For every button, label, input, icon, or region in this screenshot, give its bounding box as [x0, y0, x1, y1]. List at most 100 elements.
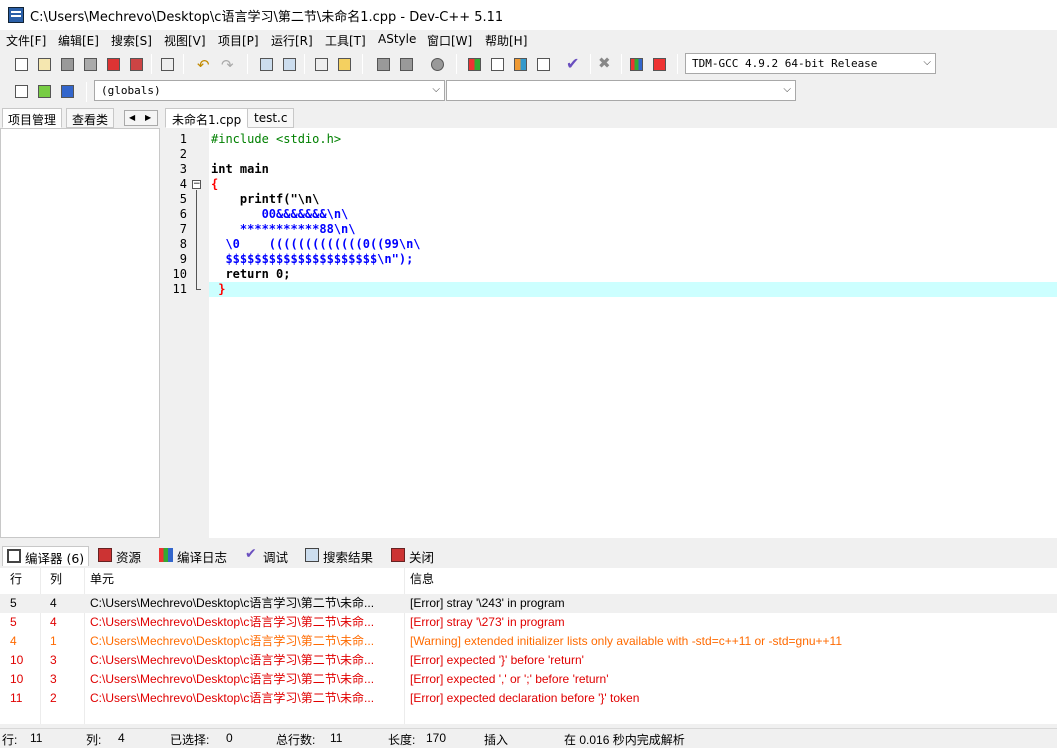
delete-profile-icon[interactable] [650, 55, 668, 73]
line-number: 6 [179, 207, 187, 221]
status-len-value: 170 [426, 731, 447, 745]
cell-unit: C:\Users\Mechrevo\Desktop\c语言学习\第二节\未命..… [90, 672, 375, 686]
check-syntax-icon[interactable]: ✔ [565, 53, 583, 73]
cell-unit: C:\Users\Mechrevo\Desktop\c语言学习\第二节\未命..… [90, 691, 375, 705]
title-bar: C:\Users\Mechrevo\Desktop\c语言学习\第二节\未命名1… [0, 0, 1057, 30]
menu-search[interactable]: 搜索[S] [111, 32, 152, 49]
function-select[interactable]: ⌵ [446, 80, 796, 101]
col-header-col[interactable]: 列 [50, 570, 80, 589]
menu-edit[interactable]: 编辑[E] [58, 32, 99, 49]
fold-guide-line [196, 190, 197, 289]
tab-compiler[interactable]: 编译器 (6) [2, 546, 90, 566]
menu-astyle[interactable]: AStyle [378, 32, 416, 46]
table-row[interactable]: 4 1 C:\Users\Mechrevo\Desktop\c语言学习\第二节\未命… [0, 632, 1057, 651]
compile-run-icon[interactable] [511, 55, 529, 73]
goto-definition-icon[interactable] [58, 82, 76, 100]
col-header-info[interactable]: 信息 [410, 570, 1050, 589]
menu-view[interactable]: 视图[V] [164, 32, 206, 49]
menu-run[interactable]: 运行[R] [271, 32, 313, 49]
arrow-right-icon[interactable]: ▶ [145, 111, 151, 125]
line-number: 5 [179, 192, 187, 206]
tab-resources[interactable]: 资源 [94, 546, 145, 566]
goto-line-icon[interactable] [312, 55, 330, 73]
menu-tools[interactable]: 工具[T] [325, 32, 366, 49]
bookmark-icon[interactable] [428, 55, 446, 73]
tab-untitled1-cpp[interactable]: 未命名1.cpp [165, 108, 249, 128]
table-row[interactable]: 10 3 C:\Users\Mechrevo\Desktop\c语言学习\第二节\未… [0, 670, 1057, 689]
indent-icon[interactable] [335, 55, 353, 73]
tab-compile-log[interactable]: 编译日志 [155, 546, 231, 566]
new-file-icon[interactable] [12, 55, 30, 73]
code-editor[interactable]: #include <stdio.h> int main { printf("\n… [209, 128, 1057, 538]
replace-icon[interactable] [280, 55, 298, 73]
close-file-icon[interactable] [104, 55, 122, 73]
menu-window[interactable]: 窗口[W] [427, 32, 472, 49]
scope-select-value: (globals) [101, 84, 161, 97]
chevron-down-icon: ⌵ [923, 57, 931, 68]
scope-select[interactable]: (globals) ⌵ [94, 80, 445, 101]
unindent-icon[interactable] [374, 55, 392, 73]
redo-icon[interactable]: ↷ [220, 55, 238, 74]
close-all-icon[interactable] [127, 55, 145, 73]
line-number: 10 [172, 267, 187, 281]
col-header-unit[interactable]: 单元 [90, 570, 400, 589]
tab-test-c[interactable]: test.c [247, 108, 295, 128]
save-icon[interactable] [58, 55, 76, 73]
toolbar-separator [590, 54, 591, 74]
tab-compile-log-label: 编译日志 [177, 550, 228, 565]
tab-compiler-label: 编译器 (6) [25, 551, 85, 566]
cell-info: [Error] expected declaration before '}' … [410, 691, 640, 705]
undo-icon[interactable]: ↶ [196, 55, 214, 74]
cell-col: 4 [50, 615, 57, 629]
cell-col: 3 [50, 653, 57, 667]
table-row[interactable]: 5 4 C:\Users\Mechrevo\Desktop\c语言学习\第二节\未命… [0, 613, 1057, 632]
cell-unit: C:\Users\Mechrevo\Desktop\c语言学习\第二节\未命..… [90, 653, 375, 667]
compile-icon[interactable] [465, 55, 483, 73]
toolbar-separator [677, 54, 678, 74]
stop-execution-icon[interactable]: ✖ [597, 53, 615, 72]
open-file-icon[interactable] [35, 55, 53, 73]
message-tabs: 编译器 (6) 资源 编译日志 ✔ 调试 搜索结果 关闭 [0, 544, 1057, 568]
cell-unit: C:\Users\Mechrevo\Desktop\c语言学习\第二节\未命..… [90, 634, 375, 648]
cell-col: 1 [50, 634, 57, 648]
table-row[interactable]: 11 2 C:\Users\Mechrevo\Desktop\c语言学习\第二节\未… [0, 689, 1057, 708]
tab-scroll-buttons[interactable]: ◀ ▶ [124, 110, 158, 126]
save-all-icon[interactable] [81, 55, 99, 73]
print-icon[interactable] [158, 55, 176, 73]
table-row[interactable]: 10 3 C:\Users\Mechrevo\Desktop\c语言学习\第二节\未… [0, 651, 1057, 670]
goto-declaration-icon[interactable] [35, 82, 53, 100]
menu-file[interactable]: 文件[F] [6, 32, 46, 49]
status-col-value: 4 [118, 731, 125, 745]
tab-class-browser[interactable]: 查看类 [66, 108, 115, 128]
arrow-left-icon[interactable]: ◀ [129, 111, 135, 125]
fold-collapse-icon[interactable]: − [192, 180, 201, 189]
rebuild-all-icon[interactable] [534, 55, 552, 73]
cell-col: 3 [50, 672, 57, 686]
find-icon[interactable] [257, 55, 275, 73]
menu-help[interactable]: 帮助[H] [485, 32, 527, 49]
insert-icon[interactable] [12, 82, 30, 100]
code-line: int main [211, 162, 269, 176]
main-toolbar: ↶ ↷ ✔ ✖ TDM-GCC 4.9.2 64-bit Release ⌵ [0, 50, 1057, 78]
toggle-comment-icon[interactable] [397, 55, 415, 73]
toolbar-separator [86, 82, 87, 102]
run-icon[interactable] [488, 55, 506, 73]
tab-debug[interactable]: ✔ 调试 [241, 546, 292, 566]
project-tree[interactable] [0, 128, 160, 538]
compiler-select[interactable]: TDM-GCC 4.9.2 64-bit Release ⌵ [685, 53, 936, 74]
tab-project-manager[interactable]: 项目管理 [2, 108, 63, 128]
col-header-line[interactable]: 行 [10, 570, 40, 589]
status-total-label: 总行数: [276, 733, 316, 747]
menu-project[interactable]: 项目[P] [218, 32, 259, 49]
tab-search-results[interactable]: 搜索结果 [301, 546, 377, 566]
status-sel-label: 已选择: [170, 733, 210, 747]
code-line: 00&&&&&&&\n\ [211, 207, 349, 221]
profile-chart-icon[interactable] [627, 55, 645, 73]
table-row[interactable]: 5 4 C:\Users\Mechrevo\Desktop\c语言学习\第二节\未命… [0, 594, 1057, 613]
table-header-row: 行 列 单元 信息 [0, 570, 1057, 589]
cell-line: 10 [10, 672, 24, 686]
close-icon [391, 548, 405, 562]
class-toolbar: (globals) ⌵ ⌵ [0, 78, 800, 106]
line-number-gutter: 1 2 3 4 5 6 7 8 9 10 11 − [165, 128, 209, 538]
tab-close[interactable]: 关闭 [387, 546, 438, 566]
